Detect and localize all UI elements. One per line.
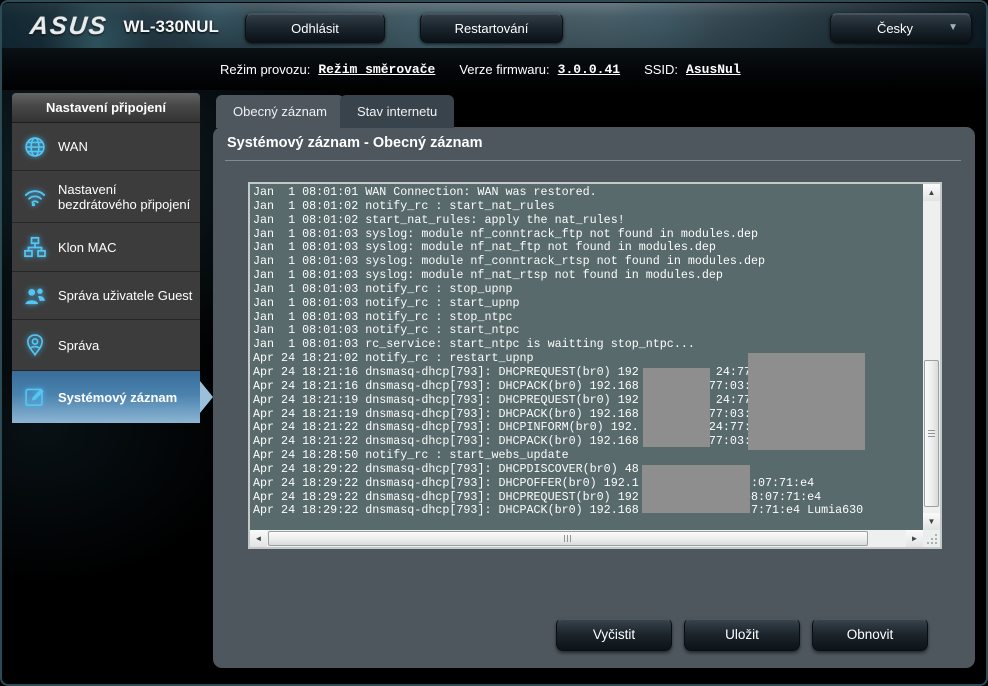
globe-icon	[12, 134, 58, 160]
system-log-textarea[interactable]: Jan 1 08:01:01 WAN Connection: WAN was r…	[248, 182, 942, 549]
sidebar-item-label: Systémový záznam	[58, 386, 200, 409]
sidebar-item-mac-clone[interactable]: Klon MAC	[12, 223, 200, 272]
restart-button[interactable]: Restartování	[420, 13, 563, 43]
ssid-link[interactable]: AsusNul	[686, 62, 741, 77]
sidebar-item-wireless[interactable]: Nastavení bezdrátového připojení	[12, 171, 200, 223]
redaction-box	[643, 368, 710, 447]
sidebar-item-label: Klon MAC	[58, 236, 200, 259]
sidebar-item-guest[interactable]: Správa uživatele Guest	[12, 272, 200, 320]
save-button[interactable]: Uložit	[684, 618, 800, 651]
action-buttons: Vyčistit Uložit Obnovit	[556, 618, 928, 651]
scroll-left-icon[interactable]: ◄	[250, 530, 267, 547]
horizontal-scrollbar-thumb[interactable]	[268, 531, 868, 546]
sidebar-item-label: WAN	[58, 135, 200, 158]
sidebar-header: Nastavení připojení	[12, 93, 200, 123]
sidebar-item-wan[interactable]: WAN	[12, 123, 200, 171]
sidebar-item-label: Nastavení bezdrátového připojení	[58, 178, 200, 216]
resize-grip	[923, 530, 940, 547]
vertical-scrollbar-thumb[interactable]	[924, 360, 939, 507]
asus-logo: ASUS	[28, 12, 109, 41]
refresh-button[interactable]: Obnovit	[812, 618, 928, 651]
scroll-up-icon[interactable]: ▲	[923, 184, 940, 201]
vertical-scrollbar[interactable]: ▲ ▼	[923, 184, 940, 530]
scroll-down-icon[interactable]: ▼	[923, 513, 940, 530]
logout-button[interactable]: Odhlásit	[245, 13, 385, 43]
page-title: Systémový záznam - Obecný záznam	[227, 135, 482, 151]
sidebar-item-label: Správa	[58, 334, 200, 357]
model-name: WL-330NUL	[123, 17, 218, 37]
tab-general-log[interactable]: Obecný záznam	[216, 95, 344, 128]
language-dropdown[interactable]: Česky	[830, 13, 972, 43]
wifi-icon	[12, 184, 58, 210]
header: ASUS WL-330NUL Odhlásit Restartování Čes…	[2, 3, 986, 49]
users-icon	[12, 283, 58, 309]
sidebar-items: WAN Nastavení bezdrátového připojení Klon …	[12, 123, 200, 423]
brand: ASUS WL-330NUL	[30, 12, 219, 41]
redaction-box	[748, 353, 865, 450]
info-bar: Režim provozu: Režim směrovače Verze fir…	[2, 48, 986, 90]
horizontal-scrollbar[interactable]: ◄ ►	[250, 530, 923, 547]
sidebar-item-label: Správa uživatele Guest	[58, 284, 200, 307]
admin-person-icon	[12, 332, 58, 358]
scroll-right-icon[interactable]: ►	[906, 530, 923, 547]
operation-mode-link[interactable]: Režim směrovače	[318, 62, 435, 77]
redaction-box	[642, 465, 750, 513]
title-divider	[225, 160, 961, 161]
network-nodes-icon	[12, 234, 58, 260]
operation-mode-label: Režim provozu:	[220, 62, 310, 77]
sidebar: Nastavení připojení WAN Nastavení bezdrát…	[12, 93, 200, 423]
firmware-label: Verze firmwaru:	[459, 62, 549, 77]
sidebar-item-administration[interactable]: Správa	[12, 320, 200, 371]
content-panel: Systémový záznam - Obecný záznam Jan 1 0…	[213, 127, 975, 668]
clear-button[interactable]: Vyčistit	[556, 618, 672, 651]
log-edit-icon	[12, 384, 58, 410]
sidebar-item-system-log[interactable]: Systémový záznam	[12, 371, 200, 423]
tab-internet-status[interactable]: Stav internetu	[340, 95, 454, 128]
firmware-version-link[interactable]: 3.0.0.41	[558, 62, 620, 77]
log-text: Jan 1 08:01:01 WAN Connection: WAN was r…	[250, 184, 863, 518]
ssid-label: SSID:	[644, 62, 678, 77]
